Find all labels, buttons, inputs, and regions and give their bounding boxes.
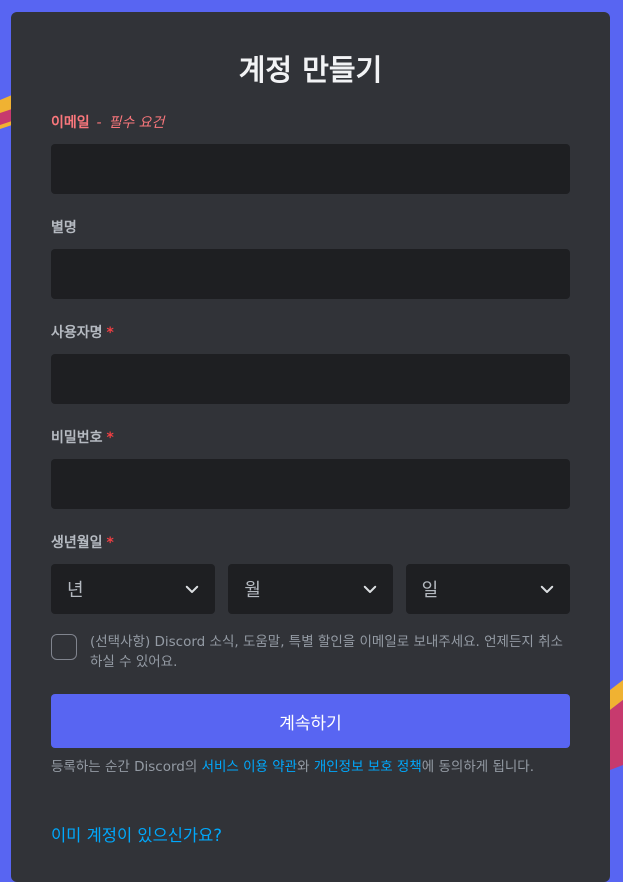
email-required-text: 필수 요건 [108, 115, 165, 131]
required-mark: * [106, 535, 114, 551]
required-mark: * [106, 430, 114, 446]
marketing-opt-in-text: (선택사항) Discord 소식, 도움말, 특별 할인을 이메일로 보내주세… [90, 634, 563, 670]
email-separator: - [96, 115, 102, 131]
chevron-down-icon [363, 585, 376, 593]
year-placeholder: 년 [67, 580, 84, 601]
password-label: 비밀번호 * [51, 429, 570, 447]
login-link[interactable]: 이미 계정이 있으신가요? [51, 826, 222, 845]
background-decoration-right [610, 680, 623, 770]
username-label: 사용자명 * [51, 324, 570, 342]
required-mark: * [106, 325, 114, 341]
marketing-opt-in-row: (선택사항) Discord 소식, 도움말, 특별 할인을 이메일로 보내주세… [51, 632, 570, 672]
email-field[interactable] [51, 144, 570, 194]
nickname-group: 별명 [51, 219, 570, 299]
month-placeholder: 월 [244, 580, 261, 601]
username-label-text: 사용자명 [51, 325, 103, 341]
register-card: 계정 만들기 이메일 - 필수 요건 별명 사용자명 * 비밀번호 * 생년월일 * [11, 12, 610, 882]
privacy-policy-link[interactable]: 개인정보 보호 정책 [314, 759, 422, 775]
terms-middle: 와 [297, 759, 314, 775]
birthdate-label: 생년월일 * [51, 534, 570, 552]
birthdate-label-text: 생년월일 [51, 535, 103, 551]
birthdate-group: 생년월일 * 년 월 일 [51, 534, 570, 614]
username-group: 사용자명 * [51, 324, 570, 404]
terms-text: 등록하는 순간 Discord의 서비스 이용 약관와 개인정보 보호 정책에 … [51, 757, 570, 777]
page-title: 계정 만들기 [238, 53, 383, 87]
marketing-opt-in-checkbox[interactable] [51, 634, 77, 660]
chevron-down-icon [186, 585, 199, 593]
continue-button[interactable]: 계속하기 [51, 694, 570, 748]
terms-suffix: 에 동의하게 됩니다. [421, 759, 534, 775]
terms-of-service-link[interactable]: 서비스 이용 약관 [202, 759, 298, 775]
email-label-text: 이메일 [51, 115, 90, 131]
day-placeholder: 일 [421, 580, 439, 601]
month-select[interactable]: 월 [228, 564, 393, 614]
continue-button-wrap: 계속하기 [51, 694, 570, 748]
chevron-down-icon [540, 585, 554, 593]
password-field[interactable] [51, 459, 570, 509]
username-field[interactable] [51, 354, 570, 404]
birthdate-selects: 년 월 일 [51, 564, 570, 614]
password-group: 비밀번호 * [51, 429, 570, 509]
email-label: 이메일 - 필수 요건 [51, 114, 570, 132]
day-select[interactable]: 일 [405, 564, 570, 614]
email-group: 이메일 - 필수 요건 [51, 114, 570, 194]
terms-prefix: 등록하는 순간 Discord의 [51, 759, 202, 775]
password-label-text: 비밀번호 [51, 430, 103, 446]
login-link-wrap: 이미 계정이 있으신가요? [51, 822, 570, 846]
nickname-field[interactable] [51, 249, 570, 299]
year-select[interactable]: 년 [51, 564, 216, 614]
nickname-label: 별명 [51, 220, 77, 236]
